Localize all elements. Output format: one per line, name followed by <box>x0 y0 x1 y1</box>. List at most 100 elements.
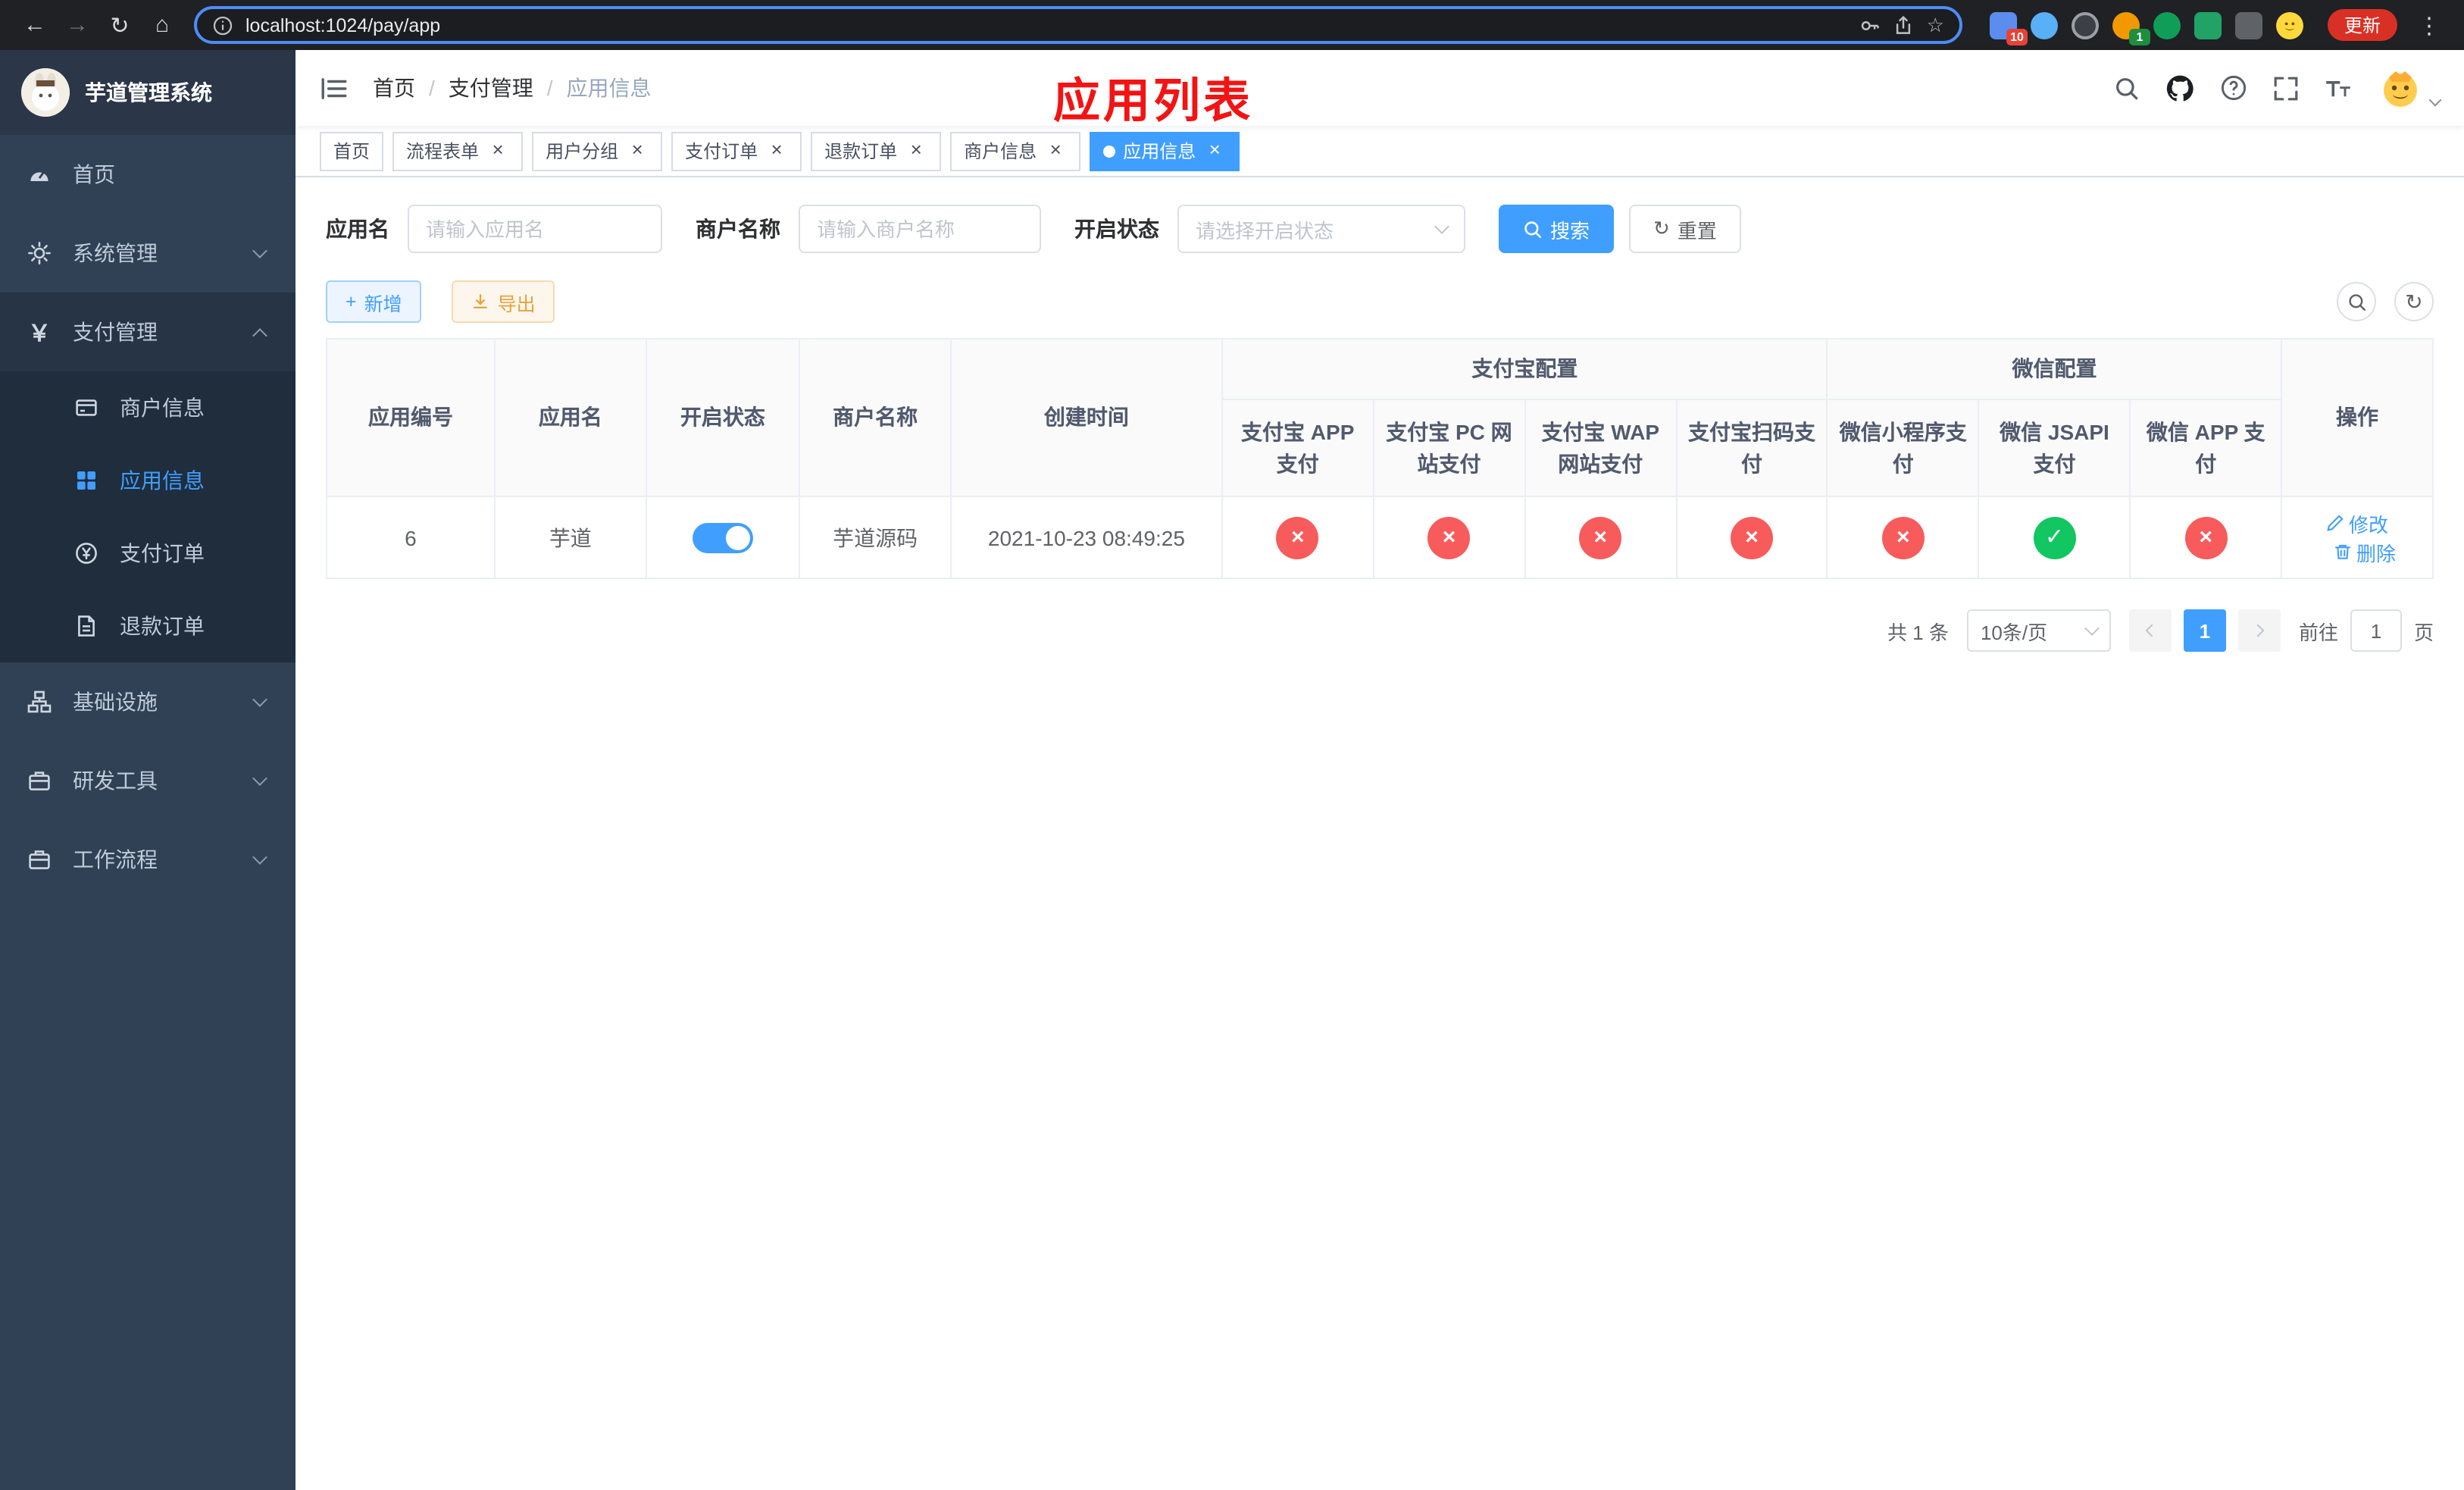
reset-button[interactable]: ↻ 重置 <box>1629 205 1741 253</box>
app-logo-row[interactable]: 芋道管理系统 <box>0 50 295 135</box>
search-button[interactable]: 搜索 <box>1499 205 1615 253</box>
edit-link[interactable]: 修改 <box>2326 509 2388 537</box>
prev-page-button[interactable] <box>2128 609 2172 652</box>
sidebar-item-home[interactable]: 首页 <box>0 135 295 214</box>
breadcrumb-item[interactable]: 首页 <box>373 73 415 103</box>
delete-link[interactable]: 删除 <box>2334 537 2396 566</box>
toolbar-right: ↻ <box>2337 282 2434 321</box>
forward-icon[interactable]: → <box>58 5 97 45</box>
edit-pencil-icon <box>2327 515 2344 531</box>
tab-app-info-active[interactable]: 应用信息 × <box>1090 131 1240 171</box>
hamburger-icon[interactable] <box>320 74 349 102</box>
cell-alipay-pc: × <box>1372 496 1526 579</box>
home-icon[interactable]: ⌂ <box>142 5 182 45</box>
page-size-select[interactable]: 10条/页 <box>1966 609 2111 652</box>
close-icon[interactable]: × <box>626 139 649 162</box>
disabled-icon: × <box>1579 516 1622 559</box>
sidebar-item-workflow[interactable]: 工作流程 <box>0 820 295 899</box>
bookmark-star-icon[interactable]: ☆ <box>1927 13 1944 37</box>
extension-badge: 1 <box>2128 28 2150 45</box>
share-icon[interactable] <box>1893 14 1915 36</box>
fullscreen-icon[interactable] <box>2273 75 2299 101</box>
app-name-label: 应用名 <box>326 217 389 241</box>
search-icon[interactable] <box>2114 75 2140 101</box>
breadcrumb-item[interactable]: 支付管理 <box>449 73 533 103</box>
refresh-table-button[interactable]: ↻ <box>2394 282 2434 321</box>
app-title: 芋道管理系统 <box>85 80 212 105</box>
sidebar-item-infrastructure[interactable]: 基础设施 <box>0 662 295 741</box>
extension-icon[interactable] <box>2153 11 2181 39</box>
sidebar-item-label: 支付管理 <box>73 320 158 344</box>
tab-user-group[interactable]: 用户分组 × <box>532 131 663 171</box>
close-icon[interactable]: × <box>905 139 927 162</box>
sidebar-item-dev-tools[interactable]: 研发工具 <box>0 741 295 820</box>
font-size-icon[interactable] <box>2325 74 2352 102</box>
close-icon[interactable]: × <box>486 139 509 162</box>
tab-merchant-info[interactable]: 商户信息 × <box>950 131 1081 171</box>
col-header-wx-lite: 微信小程序支付 <box>1826 399 1980 497</box>
sidebar-item-label: 系统管理 <box>73 241 158 265</box>
status-label: 开启状态 <box>1074 217 1159 241</box>
status-toggle[interactable] <box>692 522 753 552</box>
tab-pay-order[interactable]: 支付订单 × <box>671 131 802 171</box>
main-area: 首页 / 支付管理 / 应用信息 应用列表 首页 流程表单 × 用户分组 × 支… <box>295 50 2464 1490</box>
help-icon[interactable] <box>2220 74 2247 102</box>
user-avatar[interactable] <box>2378 65 2442 111</box>
next-page-button[interactable] <box>2237 609 2281 652</box>
status-select[interactable]: 请选择开启状态 <box>1177 205 1465 253</box>
pagination: 共 1 条 10条/页 1 前往 页 <box>326 609 2434 652</box>
extension-icon[interactable] <box>2030 11 2058 39</box>
site-info-icon[interactable] <box>212 14 233 36</box>
toolbox-icon <box>26 768 53 793</box>
puzzle-extension-icon[interactable] <box>2234 11 2262 39</box>
sidebar-item-refund-order[interactable]: 退款订单 <box>0 590 295 662</box>
extension-icon[interactable] <box>2071 11 2099 39</box>
emoji-avatar-icon[interactable] <box>2275 11 2303 39</box>
cell-wx-jsapi: ✓ <box>1978 496 2131 579</box>
extension-icon[interactable]: 10 <box>1989 11 2028 45</box>
sidebar-item-payment[interactable]: ￥ 支付管理 <box>0 293 295 371</box>
close-icon[interactable]: × <box>1203 139 1226 162</box>
merchant-name-input[interactable] <box>799 205 1041 253</box>
chevron-down-icon <box>252 691 267 706</box>
sidebar-item-merchant-info[interactable]: 商户信息 <box>0 371 295 444</box>
close-icon[interactable]: × <box>1044 139 1067 162</box>
back-icon[interactable]: ← <box>15 5 55 45</box>
browser-chrome: ← → ↻ ⌂ localhost:1024/pay/app ☆ 10 1 更新… <box>0 0 2464 50</box>
chevron-down-icon <box>252 770 267 785</box>
tab-label: 退款订单 <box>824 141 898 162</box>
refresh-icon: ↻ <box>1653 217 1670 239</box>
disabled-icon: × <box>1276 516 1319 559</box>
select-placeholder: 请选择开启状态 <box>1196 219 1334 242</box>
sidebar-item-system[interactable]: 系统管理 <box>0 214 295 293</box>
jump-page-input[interactable] <box>2350 609 2402 652</box>
tab-flow-form[interactable]: 流程表单 × <box>392 131 524 171</box>
col-header-app-name: 应用名 <box>493 338 647 497</box>
github-icon[interactable] <box>2165 74 2194 102</box>
col-header-alipay-app: 支付宝 APP 支付 <box>1221 399 1374 497</box>
close-icon[interactable]: × <box>765 139 788 162</box>
update-button[interactable]: 更新 <box>2327 9 2397 41</box>
address-bar[interactable]: localhost:1024/pay/app ☆ <box>194 6 1962 44</box>
app-logo <box>21 68 70 117</box>
tab-home[interactable]: 首页 <box>320 131 384 171</box>
top-navbar: 首页 / 支付管理 / 应用信息 应用列表 <box>295 50 2464 127</box>
password-key-icon[interactable] <box>1860 14 1881 36</box>
reload-icon[interactable]: ↻ <box>100 5 139 45</box>
sidebar-item-app-info[interactable]: 应用信息 <box>0 444 295 517</box>
sidebar: 芋道管理系统 首页 系统管理 ￥ 支付管理 商户信息 应用信息 支付订单 退款订… <box>0 50 295 1490</box>
page-number-current[interactable]: 1 <box>2183 609 2226 652</box>
export-button[interactable]: 导出 <box>452 280 555 323</box>
toggle-search-button[interactable] <box>2337 282 2376 321</box>
extension-icon[interactable]: 1 <box>2112 11 2150 45</box>
form-item-status: 开启状态 请选择开启状态 <box>1074 205 1465 253</box>
total-count: 共 1 条 <box>1887 621 1949 643</box>
sidebar-item-label: 应用信息 <box>120 468 205 493</box>
extension-icon[interactable] <box>2194 11 2222 39</box>
tab-refund-order[interactable]: 退款订单 × <box>811 131 942 171</box>
add-button[interactable]: + 新增 <box>326 280 422 323</box>
browser-menu-icon[interactable]: ⋮ <box>2409 5 2449 45</box>
cell-wx-app: × <box>2129 496 2283 579</box>
app-name-input[interactable] <box>408 205 662 253</box>
sidebar-item-pay-order[interactable]: 支付订单 <box>0 517 295 590</box>
